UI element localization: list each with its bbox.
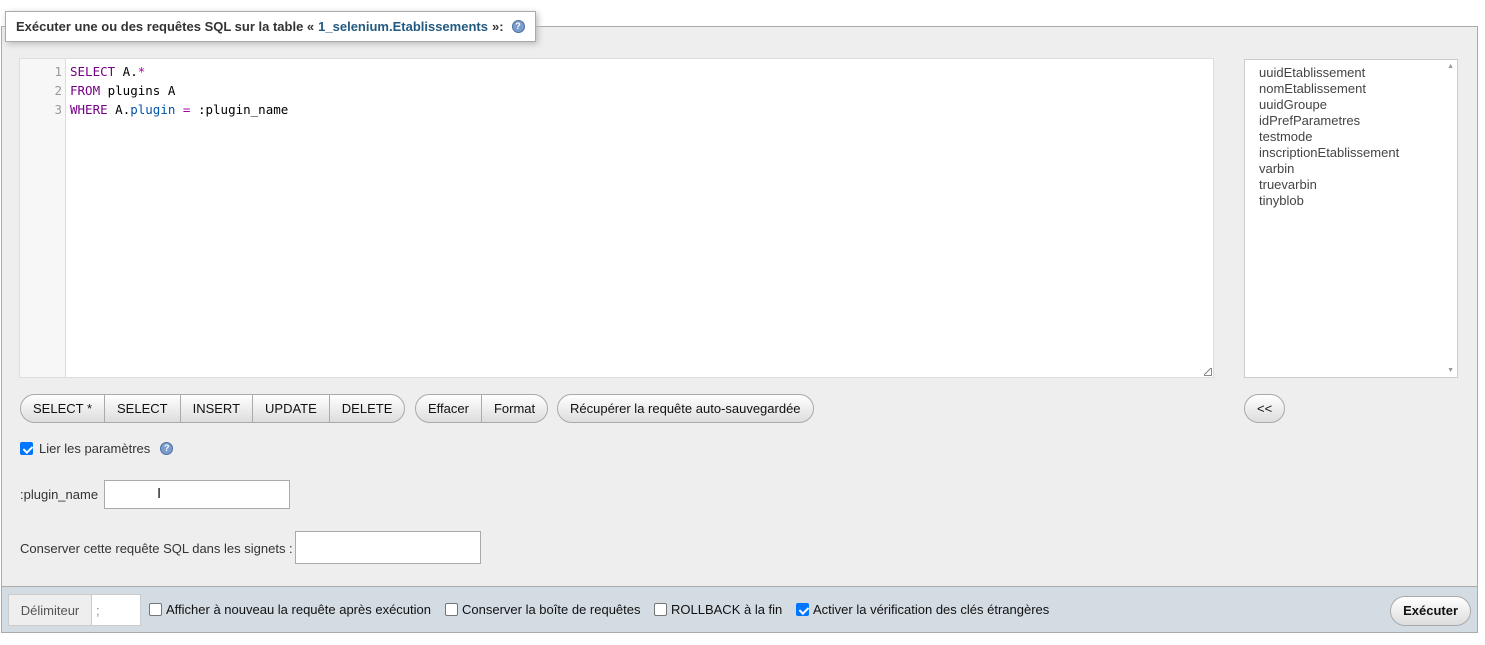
plugin-name-input[interactable]: I <box>104 480 290 509</box>
bookmark-input[interactable] <box>295 531 481 564</box>
sql-keyword: SELECT <box>70 64 116 79</box>
delete-button[interactable]: DELETE <box>328 395 405 422</box>
line-number: 2 <box>54 83 62 98</box>
legend-prefix: Exécuter une ou des requêtes SQL sur la … <box>16 19 315 34</box>
code-line: 3 WHERE A.plugin = :plugin_name <box>20 100 1213 119</box>
column-item[interactable]: nomEtablissement <box>1259 81 1457 97</box>
line-number: 1 <box>54 64 62 79</box>
sql-identifier: A. <box>107 102 131 117</box>
sql-keyword: FROM <box>70 83 101 98</box>
select-star-button[interactable]: SELECT * <box>21 395 104 422</box>
legend-table-name[interactable]: 1_selenium.Etablissements <box>318 19 488 34</box>
legend-suffix: »: <box>491 19 504 34</box>
restore-group: Récupérer la requête auto-sauvegardée <box>557 394 814 423</box>
help-icon[interactable]: ? <box>511 20 525 33</box>
column-item[interactable]: truevarbin <box>1259 177 1457 193</box>
sql-parameter: :plugin_name <box>190 102 289 117</box>
help-icon[interactable]: ? <box>160 442 174 455</box>
code-line: 2 FROM plugins A <box>20 81 1213 100</box>
insert-button[interactable]: INSERT <box>179 395 252 422</box>
column-item[interactable]: idPrefParametres <box>1259 113 1457 129</box>
line-number: 3 <box>54 102 62 117</box>
scroll-up-icon[interactable]: ▲ <box>1447 63 1454 70</box>
sql-identifier: A. <box>115 64 138 79</box>
option-foreign-keys[interactable]: Activer la vérification des clés étrangè… <box>796 602 1049 617</box>
execute-button[interactable]: Exécuter <box>1390 596 1471 626</box>
show-again-checkbox[interactable] <box>149 603 162 616</box>
bind-parameters-checkbox[interactable] <box>20 442 33 455</box>
query-options-bar: Délimiteur ; Afficher à nouveau la requê… <box>1 586 1478 633</box>
option-rollback[interactable]: ROLLBACK à la fin <box>654 602 782 617</box>
bind-parameters-row: Lier les paramètres ? <box>20 441 174 456</box>
retain-box-checkbox[interactable] <box>445 603 458 616</box>
edit-buttons: Effacer Format <box>415 394 549 423</box>
sql-editor[interactable]: 1 SELECT A.* 2 FROM plugins A 3 WHERE A.… <box>19 58 1214 378</box>
column-item[interactable]: inscriptionEtablissement <box>1259 145 1457 161</box>
param-label: :plugin_name <box>20 487 99 502</box>
code-line: 1 SELECT A.* <box>20 62 1213 81</box>
insert-column-button[interactable]: << <box>1245 395 1284 422</box>
sql-query-legend: Exécuter une ou des requêtes SQL sur la … <box>5 11 536 42</box>
text-cursor-icon: I <box>157 485 162 502</box>
column-item[interactable]: tinyblob <box>1259 193 1457 209</box>
sql-attribute: plugin <box>130 102 176 117</box>
columns-list[interactable]: uuidEtablissement nomEtablissement uuidG… <box>1244 59 1458 378</box>
restore-autosave-button[interactable]: Récupérer la requête auto-sauvegardée <box>558 395 813 422</box>
option-retain-box[interactable]: Conserver la boîte de requêtes <box>445 602 641 617</box>
sql-operator: * <box>137 64 146 79</box>
resize-handle-icon[interactable] <box>1204 368 1212 376</box>
clear-button[interactable]: Effacer <box>416 395 481 422</box>
sql-keyword: WHERE <box>70 102 108 117</box>
option-show-again[interactable]: Afficher à nouveau la requête après exéc… <box>149 602 431 617</box>
rollback-checkbox[interactable] <box>654 603 667 616</box>
query-template-buttons: SELECT * SELECT INSERT UPDATE DELETE <box>20 394 406 423</box>
bookmark-label: Conserver cette requête SQL dans les sig… <box>20 541 293 556</box>
select-button[interactable]: SELECT <box>104 395 180 422</box>
bind-parameters-label[interactable]: Lier les paramètres <box>39 441 150 456</box>
column-item[interactable]: varbin <box>1259 161 1457 177</box>
column-item[interactable]: testmode <box>1259 129 1457 145</box>
foreign-keys-checkbox[interactable] <box>796 603 809 616</box>
column-item[interactable]: uuidGroupe <box>1259 97 1457 113</box>
delimiter-label: Délimiteur <box>8 594 92 626</box>
delimiter-input[interactable]: ; <box>91 594 141 626</box>
update-button[interactable]: UPDATE <box>252 395 329 422</box>
column-item[interactable]: uuidEtablissement <box>1259 65 1457 81</box>
sql-identifier: plugins A <box>100 83 176 98</box>
format-button[interactable]: Format <box>480 395 547 422</box>
insert-column-group: << <box>1244 394 1286 423</box>
scroll-down-icon[interactable]: ▼ <box>1447 367 1454 374</box>
